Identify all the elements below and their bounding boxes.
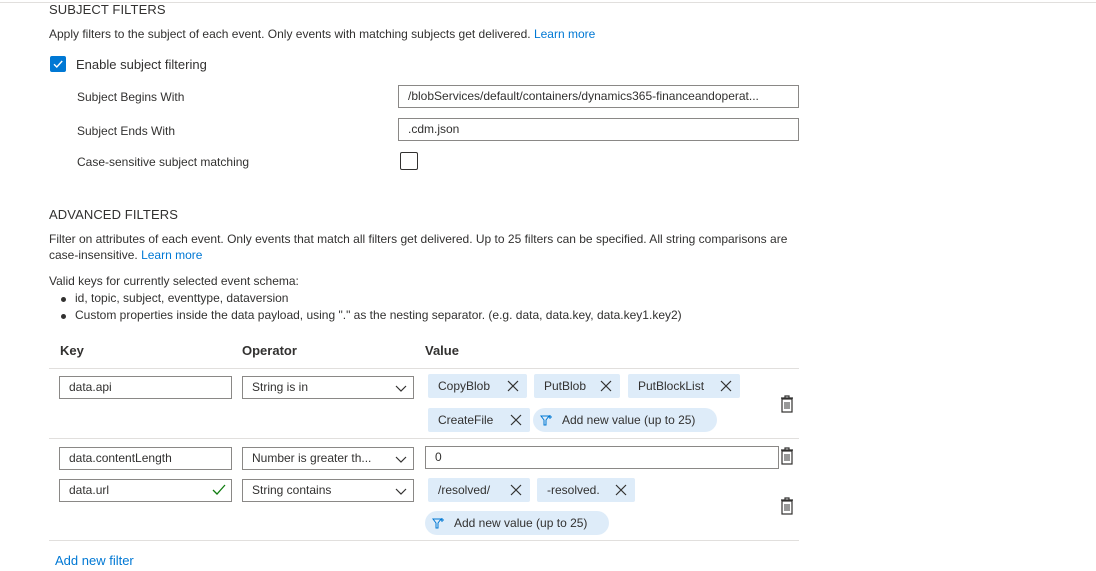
filter-operator-dropdown[interactable]: String is in [242,376,414,399]
remove-value-icon[interactable] [600,380,612,392]
valid-keys-section: Valid keys for currently selected event … [49,273,809,324]
value-chip: -resolved. [537,478,635,502]
subject-ends-with-input[interactable]: .cdm.json [398,118,799,141]
add-new-filter-link[interactable]: Add new filter [55,553,134,568]
case-sensitive-checkbox[interactable] [400,152,418,170]
valid-keys-intro: Valid keys for currently selected event … [49,274,299,288]
value-chip: PutBlockList [628,374,740,398]
remove-value-icon[interactable] [720,380,732,392]
remove-value-icon[interactable] [615,484,627,496]
remove-value-icon[interactable] [510,484,522,496]
checkmark-icon [53,60,63,69]
filter-operator-dropdown[interactable]: String contains [242,479,414,502]
delete-filter-icon[interactable] [779,446,795,466]
filter-add-icon [540,415,552,426]
chevron-down-icon [395,385,407,392]
delete-filter-icon[interactable] [779,394,795,414]
advanced-filters-description: Filter on attributes of each event. Only… [49,232,788,262]
subject-begins-with-label: Subject Begins With [77,90,185,104]
row-divider [49,438,799,439]
subject-filters-title: SUBJECT FILTERS [49,2,166,17]
filter-key-input[interactable]: data.api [59,376,232,399]
filter-operator-dropdown[interactable]: Number is greater th... [242,447,414,470]
add-new-value-button[interactable]: Add new value (up to 25) [533,408,717,432]
chevron-down-icon [395,456,407,463]
valid-keys-item: Custom properties inside the data payloa… [49,307,809,324]
filter-key-input[interactable]: data.url [59,479,232,502]
enable-subject-filtering-checkbox[interactable] [50,56,66,72]
valid-keys-item: id, topic, subject, eventtype, dataversi… [49,290,809,307]
value-chip: CopyBlob [428,374,527,398]
advanced-filters-learn-more-link[interactable]: Learn more [141,248,202,262]
column-header-value: Value [425,343,459,358]
row-divider [49,540,799,541]
subject-filters-description: Apply filters to the subject of each eve… [49,27,596,41]
case-sensitive-label: Case-sensitive subject matching [77,155,250,169]
column-header-key: Key [60,343,84,358]
subject-begins-with-input[interactable]: /blobServices/default/containers/dynamic… [398,85,799,108]
value-chip: /resolved/ [428,478,530,502]
enable-subject-filtering-label: Enable subject filtering [76,57,207,72]
delete-filter-icon[interactable] [779,496,795,516]
value-chip: CreateFile [428,408,530,432]
filter-value-input[interactable]: 0 [425,446,779,469]
subject-ends-with-label: Subject Ends With [77,124,176,138]
column-header-operator: Operator [242,343,297,358]
subject-filters-learn-more-link[interactable]: Learn more [534,27,595,41]
remove-value-icon[interactable] [507,380,519,392]
filter-add-icon [432,518,444,529]
chevron-down-icon [395,488,407,495]
filter-key-input[interactable]: data.contentLength [59,447,232,470]
remove-value-icon[interactable] [510,414,522,426]
valid-checkmark-icon [212,484,226,495]
add-new-value-button[interactable]: Add new value (up to 25) [425,511,609,535]
header-divider [49,368,799,369]
advanced-filters-title: ADVANCED FILTERS [49,207,178,222]
value-chip: PutBlob [534,374,620,398]
